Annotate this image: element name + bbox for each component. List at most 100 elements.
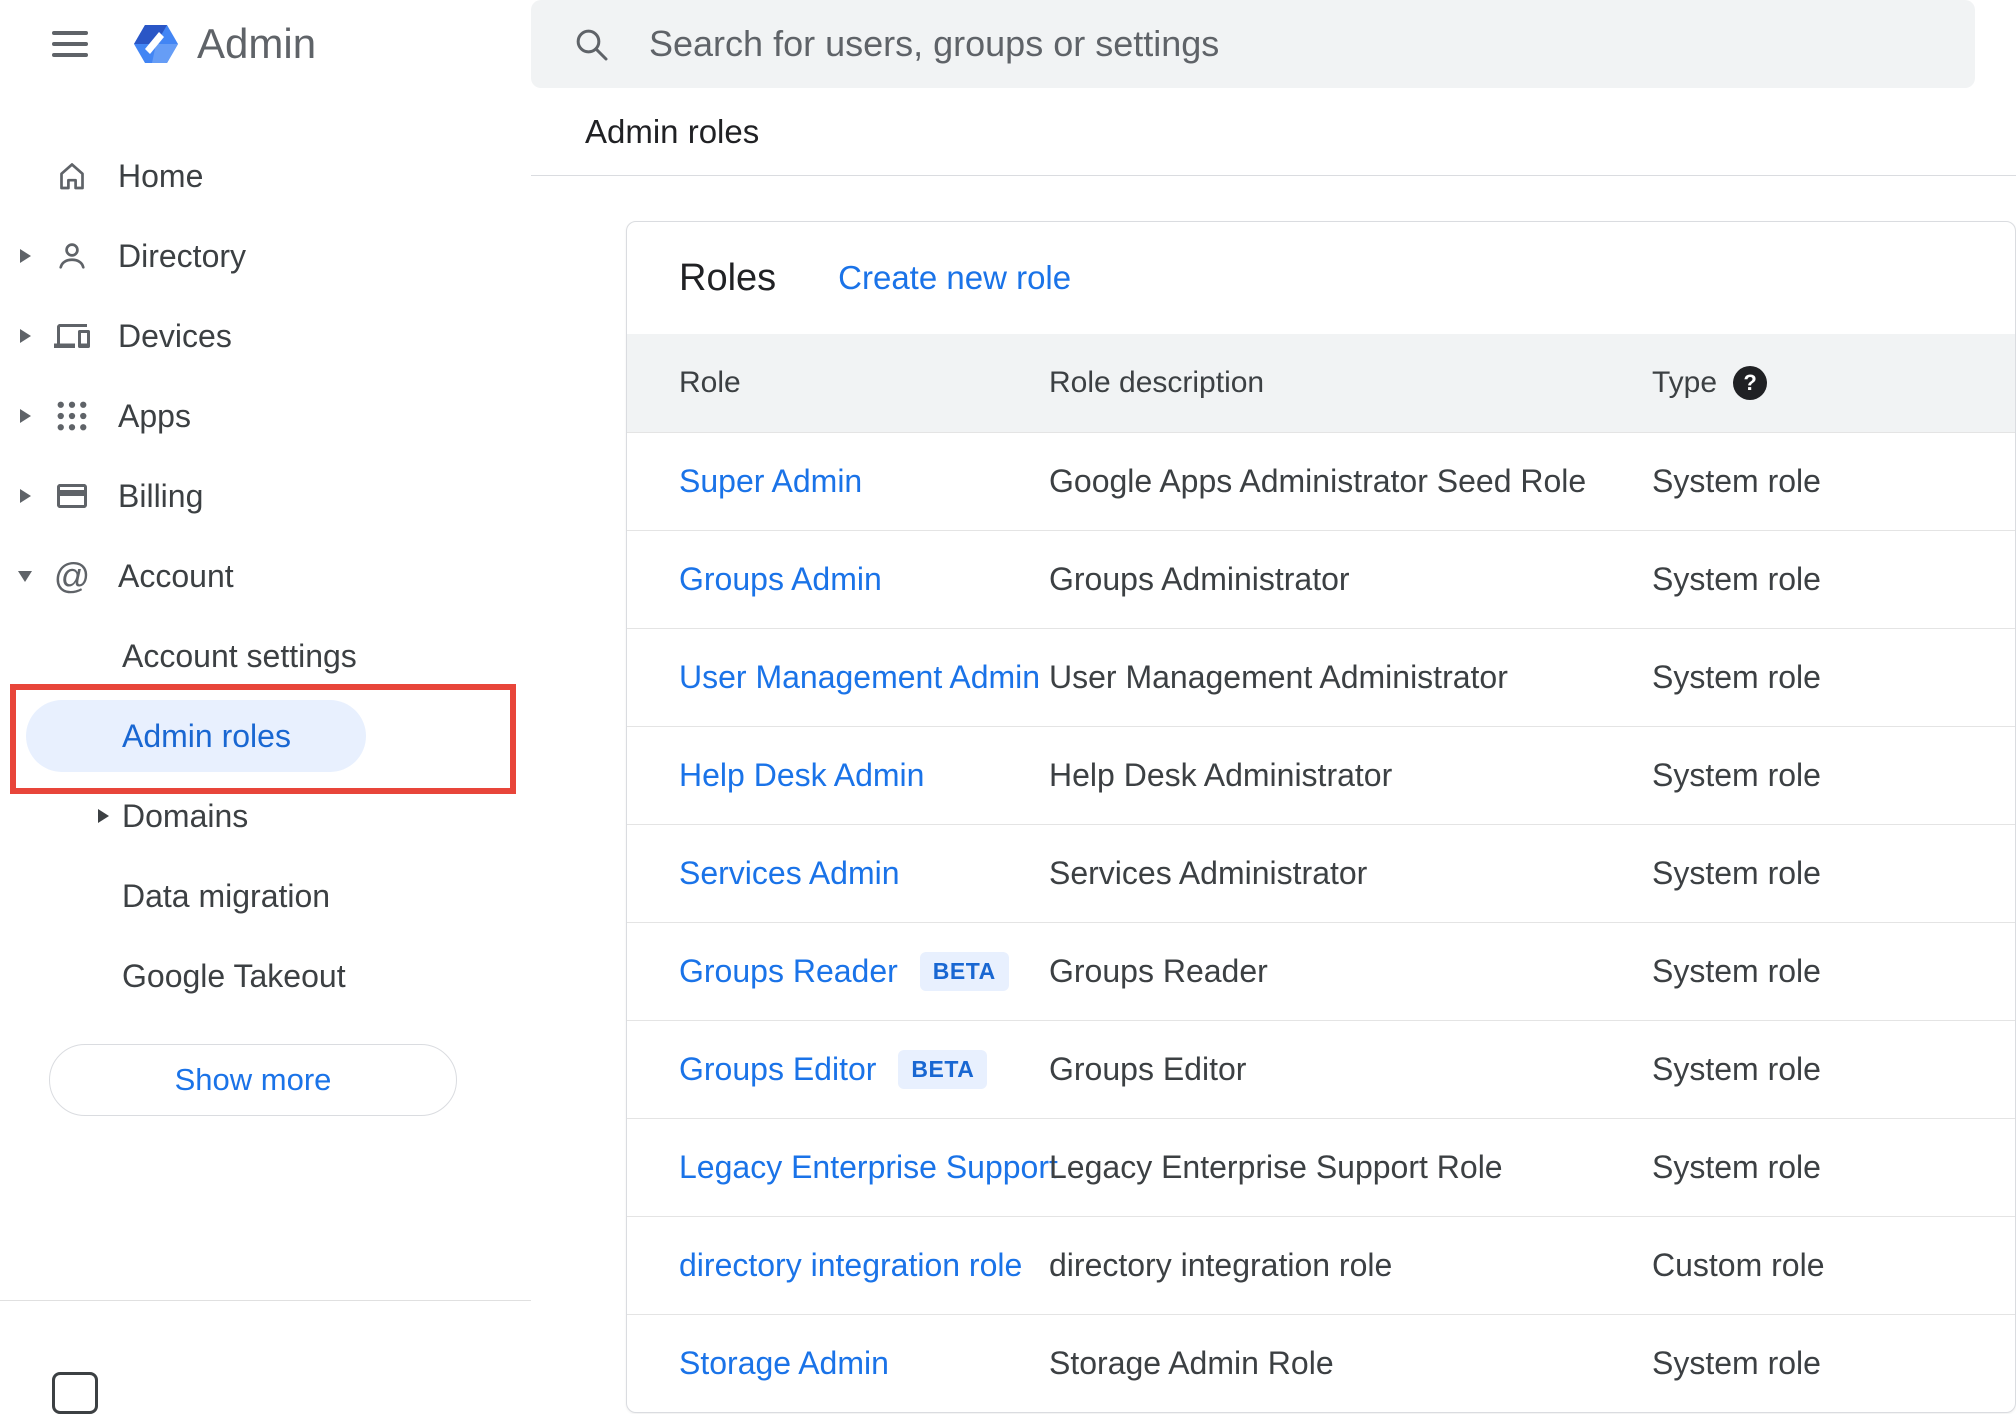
sidebar-item-directory[interactable]: Directory [0,216,531,296]
table-row: directory integration role directory int… [627,1216,2015,1314]
role-link[interactable]: Groups Editor [679,1051,876,1088]
beta-badge: BETA [898,1050,988,1089]
role-description: Groups Reader [1049,953,1268,989]
search-bar [531,0,1975,88]
sidebar-header: Admin [0,0,531,88]
role-description: Legacy Enterprise Support Role [1049,1149,1503,1185]
sidebar-item-domains[interactable]: Domains [0,776,531,856]
table-row: Storage Admin Storage Admin Role System … [627,1314,2015,1412]
role-description: Groups Editor [1049,1051,1247,1087]
sidebar-item-account[interactable]: @ Account [0,536,531,616]
role-link[interactable]: Storage Admin [679,1345,889,1382]
sidebar-item-apps[interactable]: Apps [0,376,531,456]
chevron-right-icon [19,329,31,343]
sidebar-item-admin-roles[interactable]: Admin roles [0,696,531,776]
page-title: Roles [679,256,777,299]
table-row: Groups Admin Groups Administrator System… [627,530,2015,628]
chevron-right-icon [19,489,31,503]
sidebar-item-label: Apps [118,397,191,434]
breadcrumb: Admin roles [585,112,760,150]
admin-logo-text: Admin [197,20,317,67]
chevron-down-icon [18,570,32,582]
sidebar-item-google-takeout[interactable]: Google Takeout [0,936,531,1016]
show-more-button[interactable]: Show more [49,1044,457,1116]
role-type: System role [1652,1149,1821,1185]
apps-icon [54,396,90,436]
role-type: System role [1652,561,1821,597]
role-link[interactable]: Super Admin [679,463,862,500]
role-description: directory integration role [1049,1247,1393,1283]
sidebar-item-data-migration[interactable]: Data migration [0,856,531,936]
chevron-right-icon [98,809,109,823]
content: Roles Create new role Role Role descript… [531,176,2016,1413]
table-row: Super Admin Google Apps Administrator Se… [627,432,2015,530]
role-type: System role [1652,1051,1821,1087]
sidebar-item-billing[interactable]: Billing [0,456,531,536]
billing-icon [54,476,90,516]
menu-icon[interactable] [52,31,88,57]
partial-icon [52,1372,98,1414]
role-description: Groups Administrator [1049,561,1350,597]
sidebar-item-label: Account [118,557,234,594]
sidebar-divider [0,1300,531,1301]
home-icon [54,156,90,196]
role-link[interactable]: Help Desk Admin [679,757,924,794]
role-type: System role [1652,659,1821,695]
devices-icon [54,316,90,356]
sidebar-item-devices[interactable]: Devices [0,296,531,376]
role-type: System role [1652,463,1821,499]
admin-logo-icon [130,18,182,70]
role-link[interactable]: Legacy Enterprise Support [679,1149,1058,1186]
role-description: Services Administrator [1049,855,1368,891]
sidebar-item-label: Devices [118,317,232,354]
role-description: Storage Admin Role [1049,1345,1334,1381]
role-type: System role [1652,757,1821,793]
role-type: System role [1652,855,1821,891]
beta-badge: BETA [919,952,1009,991]
help-icon[interactable]: ? [1733,366,1768,400]
column-header-type: Type ? [1652,366,2015,400]
admin-logo: Admin [130,18,316,70]
main-area: Admin roles Roles Create new role Role R… [531,0,2016,1413]
sidebar-item-label: Home [118,157,204,194]
sidebar: Admin Home Directory Devices Apps Billin… [0,0,531,1414]
chevron-right-icon [19,249,31,263]
role-link[interactable]: Groups Reader [679,953,898,990]
table-header: Role Role description Type ? [627,334,2015,432]
table-row: Services Admin Services Administrator Sy… [627,824,2015,922]
sidebar-item-home[interactable]: Home [0,136,531,216]
search-input[interactable] [647,0,1975,88]
roles-card: Roles Create new role Role Role descript… [626,221,2016,1413]
create-new-role-link[interactable]: Create new role [838,259,1071,297]
search-icon [571,24,611,64]
table-row: Legacy Enterprise Support Legacy Enterpr… [627,1118,2015,1216]
role-type: Custom role [1652,1247,1825,1283]
table-row: Groups Editor BETA Groups Editor System … [627,1020,2015,1118]
table-row: User Management Admin User Management Ad… [627,628,2015,726]
table-row: Groups Reader BETA Groups Reader System … [627,922,2015,1020]
role-link[interactable]: Groups Admin [679,561,882,598]
table-row: Help Desk Admin Help Desk Administrator … [627,726,2015,824]
sidebar-nav: Home Directory Devices Apps Billing @ Ac… [0,88,531,1016]
role-description: Help Desk Administrator [1049,757,1393,793]
sidebar-item-label: Directory [118,237,247,274]
sidebar-item-label: Billing [118,477,204,514]
roles-card-header: Roles Create new role [627,222,2015,334]
role-link[interactable]: directory integration role [679,1247,1022,1284]
role-type: System role [1652,953,1821,989]
role-description: User Management Administrator [1049,659,1508,695]
column-header-role: Role [679,366,741,399]
role-description: Google Apps Administrator Seed Role [1049,463,1587,499]
breadcrumb-bar: Admin roles [531,88,2016,176]
roles-table-body: Super Admin Google Apps Administrator Se… [627,432,2015,1412]
chevron-right-icon [19,409,31,423]
sidebar-item-account-settings[interactable]: Account settings [0,616,531,696]
column-header-role-description: Role description [1049,366,1265,399]
role-link[interactable]: User Management Admin [679,659,1040,696]
role-link[interactable]: Services Admin [679,855,900,892]
account-icon: @ [53,555,91,596]
admin-console: Admin Home Directory Devices Apps Billin… [0,0,2016,1414]
directory-icon [54,236,90,276]
account-subitems: Account settings Admin roles Domains Dat… [0,616,531,1016]
role-type: System role [1652,1345,1821,1381]
